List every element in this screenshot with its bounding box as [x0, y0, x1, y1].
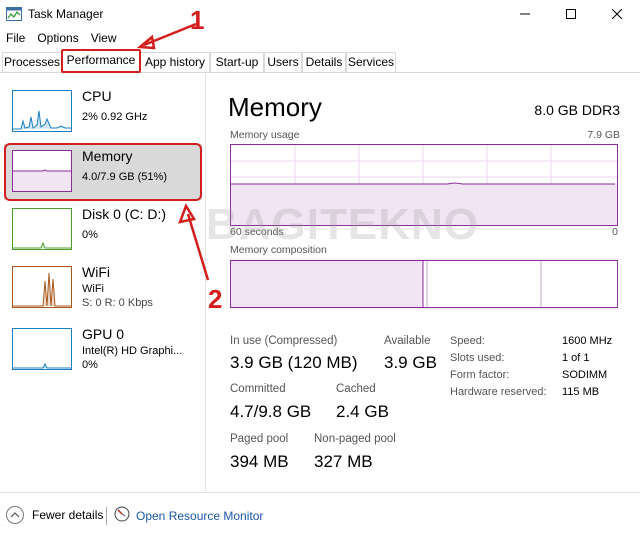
annotation-arrows — [136, 22, 210, 281]
fewer-details-button[interactable]: Fewer details — [6, 506, 103, 524]
footer-divider — [106, 507, 107, 525]
open-resource-monitor-link[interactable]: Open Resource Monitor — [114, 506, 263, 525]
chevron-up-icon — [6, 506, 24, 524]
resource-monitor-label: Open Resource Monitor — [136, 508, 264, 523]
annotation-number-two: 2 — [208, 284, 223, 314]
footer-bar: Fewer details Open Resource Monitor — [0, 492, 640, 540]
annotation-number-one: 1 — [190, 5, 205, 35]
resource-monitor-icon — [114, 506, 130, 525]
fewer-details-label: Fewer details — [32, 508, 104, 522]
